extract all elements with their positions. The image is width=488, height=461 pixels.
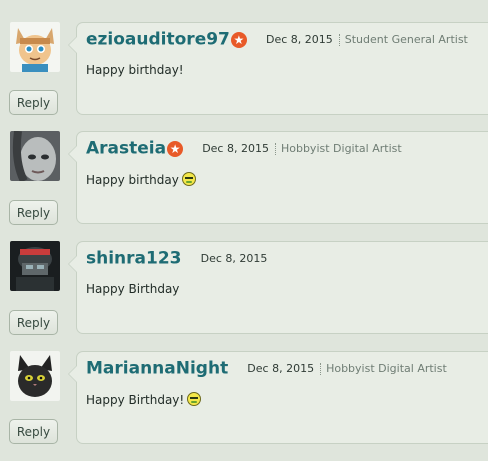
reply-button[interactable]: Reply [9,310,58,335]
username-link[interactable]: Arasteia [86,139,166,159]
cat-avatar-icon[interactable] [10,351,60,401]
user-rank: Hobbyist Digital Artist [326,362,447,375]
face-avatar-icon[interactable] [10,131,60,181]
comment-date[interactable]: Dec 8, 2015 [247,362,314,375]
reply-button[interactable]: Reply [9,90,58,115]
comment-bubble: ezioauditore97 ★ Dec 8, 2015 Student Gener… [68,22,488,115]
comment-item: Reply shinra123 Dec 8, 2015 Happy Birthd… [0,241,488,351]
comment-text: Happy birthday [86,172,196,187]
star-badge-icon: ★ [167,140,184,157]
comment-text: Happy birthday! [86,63,184,77]
comment-item: Reply Arasteia ★ Dec 8, 2015 Hobbyist Digi… [0,131,488,241]
reply-button[interactable]: Reply [9,200,58,225]
comment-text-content: Happy Birthday! [86,393,185,407]
star-badge-icon: ★ [230,31,247,48]
comment-bubble: shinra123 Dec 8, 2015 Happy Birthday [68,241,488,334]
comment-date[interactable]: Dec 8, 2015 [201,252,268,265]
comment-text-content: Happy Birthday [86,282,180,296]
comment-text-content: Happy birthday [86,173,179,187]
comment-bubble: Arasteia ★ Dec 8, 2015 Hobbyist Digital Ar… [68,131,488,224]
soldier-avatar-icon[interactable] [10,241,60,291]
comment-header: ezioauditore97 ★ Dec 8, 2015 Student Gener… [86,29,468,55]
comment-date[interactable]: Dec 8, 2015 [202,142,269,155]
comment-text-content: Happy birthday! [86,63,184,77]
divider [338,33,340,46]
comment-text: Happy Birthday [86,282,179,296]
divider [274,142,276,155]
comment-header: Arasteia ★ Dec 8, 2015 Hobbyist Digital Ar… [86,138,402,164]
comment-date[interactable]: Dec 8, 2015 [266,33,333,46]
fox-avatar-icon[interactable] [10,22,60,72]
reply-button[interactable]: Reply [9,419,58,444]
username-link[interactable]: ezioauditore97 [86,30,230,50]
comment-header: shinra123 Dec 8, 2015 [86,248,267,274]
comment-bubble: MariannaNight Dec 8, 2015 Hobbyist Digita… [68,351,488,444]
comment-header: MariannaNight Dec 8, 2015 Hobbyist Digita… [86,358,447,384]
comment-text: Happy Birthday! [86,392,202,407]
divider [320,362,322,375]
comment-item: Reply MariannaNight Dec 8, 2015 Hobbyist … [0,351,488,461]
username-link[interactable]: MariannaNight [86,359,228,379]
smiley-icon [187,392,202,406]
user-rank: Student General Artist [344,33,468,46]
comment-item: Reply ezioauditore97 ★ Dec 8, 2015 Student… [0,22,488,132]
username-link[interactable]: shinra123 [86,249,182,269]
user-rank: Hobbyist Digital Artist [280,142,402,155]
smiley-icon [181,172,196,186]
